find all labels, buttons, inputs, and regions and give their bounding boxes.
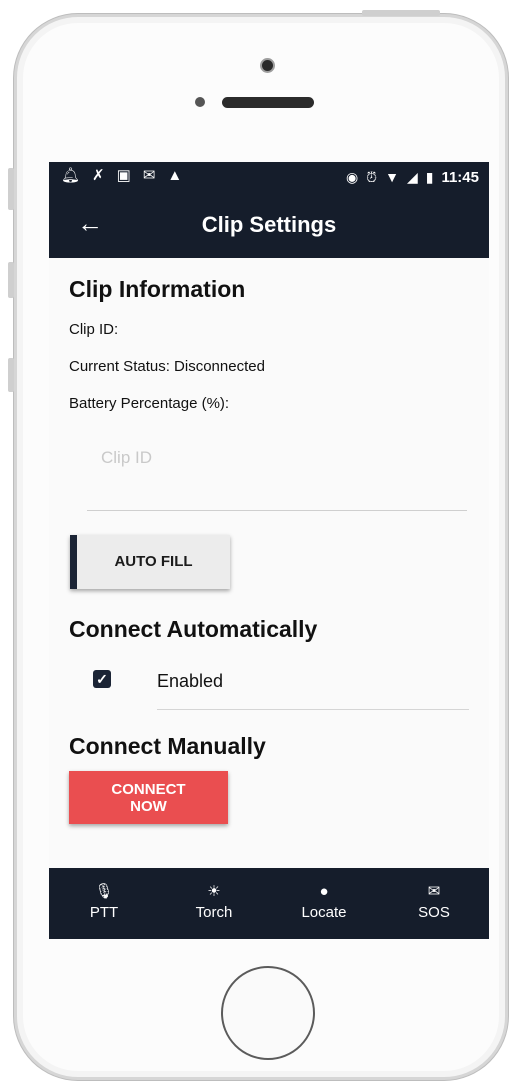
clock-time: 11:45 [441,168,479,186]
missed-call-icon: ✗ [92,167,105,184]
home-button[interactable] [221,966,315,1060]
nav-item-locate[interactable]: ● Locate [269,868,379,939]
cast-icon: ◉ [345,169,359,185]
nav-item-ptt[interactable]: 🎙︎ PTT [49,868,159,939]
volume-down-button [8,358,14,392]
connect-automatically-heading: Connect Automatically [69,616,318,642]
nav-item-sos[interactable]: ✉ SOS [379,868,489,939]
enabled-checkbox[interactable]: ✓ [93,670,111,688]
torch-icon: ☀ [207,883,221,900]
page-title: Clip Settings [201,212,337,237]
battery-percentage-label: Battery Percentage (%): [69,395,230,412]
location-pin-icon: ● [319,883,329,900]
status-bar: 🔔︎ ✗ ▣ ✉ ▲ ◉ ⏰︎ ▼ ◢ ▮ 11:45 [49,162,489,192]
nav-item-torch[interactable]: ☀ Torch [159,868,269,939]
bell-icon: 🔔︎ [61,167,81,184]
wifi-icon: ▼ [385,169,399,185]
connect-manually-heading: Connect Manually [69,733,266,759]
nav-label-sos: SOS [418,904,450,921]
proximity-sensor [195,97,205,107]
bottom-navigation: 🎙︎ PTT ☀ Torch ● Locate ✉ SOS [49,868,489,939]
front-camera [260,58,275,73]
nav-label-ptt: PTT [89,904,119,921]
clip-id-label: Clip ID: [69,321,119,338]
earpiece-speaker [222,97,314,108]
connect-now-line1: CONNECT [111,781,186,798]
app-screen: 🔔︎ ✗ ▣ ✉ ▲ ◉ ⏰︎ ▼ ◢ ▮ 11:45 ← Clip Setti… [49,162,489,939]
clip-id-field[interactable]: Clip ID [87,430,467,511]
warning-icon: ▲ [167,167,183,184]
power-button [362,10,440,16]
auto-fill-button[interactable]: AUTO FILL [70,535,230,589]
connect-now-line2: NOW [130,798,167,815]
divider [157,709,469,710]
nav-label-locate: Locate [301,904,347,921]
battery-icon: ▮ [425,169,434,185]
envelope-icon: ✉ [427,883,441,900]
signal-icon: ◢ [406,169,418,185]
app-bar: ← Clip Settings [49,192,489,258]
volume-up-button [8,262,14,298]
microphone-icon: 🎙︎ [94,883,114,900]
image-icon: ▣ [116,167,131,184]
nav-label-torch: Torch [195,904,233,921]
enabled-label[interactable]: Enabled [157,671,223,692]
mute-switch [8,168,14,210]
clip-information-heading: Clip Information [69,276,246,302]
connect-now-button[interactable]: CONNECT NOW [69,771,228,824]
clip-id-placeholder: Clip ID [101,448,153,467]
alarm-icon: ⏰︎ [366,169,378,185]
current-status-label: Current Status: Disconnected [69,358,265,375]
mail-icon: ✉ [142,167,156,184]
